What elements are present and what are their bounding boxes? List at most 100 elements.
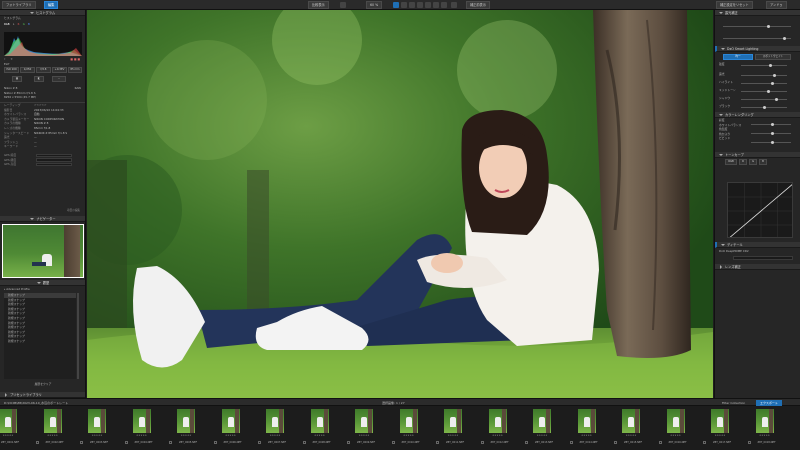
before-after-button[interactable]: 補正前表示	[466, 1, 490, 9]
thumbnail-rating[interactable]: ★★★★★	[667, 434, 685, 437]
grid-view-icon[interactable]: ▦	[12, 76, 22, 82]
slider-knob[interactable]	[771, 132, 774, 135]
fullscreen-icon[interactable]	[451, 2, 457, 8]
filmstrip-thumbnail[interactable]: ★★★★★ Z8T_0007.NEF	[257, 409, 297, 447]
filmstrip-thumbnail[interactable]: ★★★★★ Z8T_0013.NEF	[524, 409, 564, 447]
denoise-select[interactable]	[733, 256, 793, 260]
filter-collection-button[interactable]: Filter Collection	[722, 401, 745, 405]
slider-knob[interactable]	[783, 37, 786, 40]
lens-correction-header[interactable]: レンズ補正	[715, 264, 800, 270]
thumbnail-rating[interactable]: ★★★★★	[578, 434, 596, 437]
navigator-frame[interactable]	[2, 224, 84, 278]
perspective-icon[interactable]	[409, 2, 415, 8]
filmstrip-thumbnail[interactable]: ★★★★★ Z8T_0012.NEF	[480, 409, 520, 447]
detail-button[interactable]: ⋯	[52, 76, 66, 82]
history-header[interactable]: 履歴	[0, 280, 85, 286]
crop-icon[interactable]	[393, 2, 399, 8]
mode-b[interactable]: B	[28, 23, 30, 26]
mode-l[interactable]: L	[13, 23, 14, 26]
filmstrip-thumbnail[interactable]: ★★★★★ Z8T_0008.NEF	[302, 409, 342, 447]
export-button[interactable]: エクスポート	[756, 399, 782, 406]
slider-knob[interactable]	[769, 64, 772, 67]
rating-stars[interactable]: ☆☆☆☆☆	[34, 103, 47, 107]
filmstrip-thumbnail[interactable]: ★★★★★ Z8T_0018.NEF	[747, 409, 787, 447]
slider-knob[interactable]	[767, 90, 770, 93]
exposure-slider-2[interactable]	[723, 37, 791, 40]
thumbnail-rating[interactable]: ★★★★★	[266, 434, 284, 437]
thumbnail-rating[interactable]: ★★★★★	[88, 434, 106, 437]
thumbnail-rating[interactable]: ★★★★★	[222, 434, 240, 437]
straighten-icon[interactable]	[401, 2, 407, 8]
thumbnail-rating[interactable]: ★★★★★	[533, 434, 551, 437]
detail-header[interactable]: ディテール	[715, 242, 800, 248]
filmstrip-thumbnail[interactable]: ★★★★★ Z8T_0009.NEF	[346, 409, 386, 447]
slider-knob[interactable]	[771, 123, 774, 126]
mode-uniform-button[interactable]: 均一	[723, 54, 753, 60]
tint-slider[interactable]	[751, 141, 791, 144]
watermark-icon[interactable]	[441, 2, 447, 8]
history-scrollbar[interactable]	[77, 293, 79, 379]
mode-rgb[interactable]: RGB	[4, 23, 10, 26]
slider-knob[interactable]	[773, 74, 776, 77]
thumbnail-rating[interactable]: ★★★★★	[311, 434, 329, 437]
grid-icon[interactable]	[340, 2, 346, 8]
filmstrip-thumbnail[interactable]: ★★★★★ Z8T_0010.NEF	[391, 409, 431, 447]
mode-g[interactable]: G	[23, 23, 25, 26]
saturation-slider[interactable]	[751, 123, 791, 126]
filmstrip-thumbnail[interactable]: ★★★★★ Z8T_0015.NEF	[613, 409, 653, 447]
thumbnail-rating[interactable]: ★★★★★	[355, 434, 373, 437]
gps-lat-field[interactable]	[36, 153, 72, 158]
tab-photo-library[interactable]: フォトライブラリ	[2, 1, 36, 9]
shadow-slider[interactable]	[741, 98, 787, 101]
warning-icon[interactable]: ☀	[10, 57, 13, 61]
redeye-icon[interactable]	[433, 2, 439, 8]
gps-lon-field[interactable]	[36, 158, 72, 162]
local-adjust-icon[interactable]	[425, 2, 431, 8]
thumbnail-rating[interactable]: ★★★★★	[444, 434, 462, 437]
filmstrip-thumbnail[interactable]: ★★★★★ Z8T_0016.NEF	[658, 409, 698, 447]
slider-knob[interactable]	[775, 98, 778, 101]
compare-button[interactable]: 比較表示	[308, 1, 329, 9]
slider-knob[interactable]	[763, 106, 766, 109]
filmstrip-thumbnail[interactable]: ★★★★★ Z8T_0002.NEF	[35, 409, 75, 447]
thumbnail-rating[interactable]: ★★★★★	[177, 434, 195, 437]
strength-slider[interactable]	[741, 64, 787, 67]
repair-icon[interactable]	[417, 2, 423, 8]
undo-button[interactable]: アンドゥ	[766, 1, 787, 9]
slider-knob[interactable]	[767, 25, 770, 28]
navigator-preview[interactable]	[2, 224, 84, 278]
history-item[interactable]: 新規スナップ	[4, 339, 76, 344]
curve-tab-g[interactable]: G	[749, 159, 757, 165]
navigator-header[interactable]: ナビゲーター	[0, 216, 85, 222]
exposure-slider[interactable]	[723, 25, 791, 28]
curve-tab-r[interactable]: R	[739, 159, 747, 165]
mode-r[interactable]: R	[18, 23, 20, 26]
history-root[interactable]: ▸ Advanced Profile	[0, 287, 85, 292]
thumbnail-rating[interactable]: ★★★★★	[133, 434, 151, 437]
filmstrip-thumbnail[interactable]: ★★★★★ Z8T_0004.NEF	[124, 409, 164, 447]
reset-button[interactable]: 補正設定をリセット	[716, 1, 753, 9]
thumbnail-rating[interactable]: ★★★★★	[0, 434, 17, 437]
black-slider[interactable]	[741, 106, 787, 109]
edit-items-link[interactable]: 項目の編集	[67, 208, 80, 212]
temperature-slider[interactable]	[751, 132, 791, 135]
curve-tab-b[interactable]: B	[759, 159, 767, 165]
thumbnail-rating[interactable]: ★★★★★	[44, 434, 62, 437]
thumbnail-rating[interactable]: ★★★★★	[756, 434, 774, 437]
highlight-slider[interactable]	[741, 82, 787, 85]
slider-knob[interactable]	[771, 141, 774, 144]
tone-curve-graph[interactable]	[727, 182, 793, 238]
midtone-slider[interactable]	[741, 90, 787, 93]
filmstrip-thumbnail[interactable]: ★★★★★ Z8T_0014.NEF	[569, 409, 609, 447]
filmstrip-thumbnail[interactable]: ★★★★★ Z8T_0005.NEF	[168, 409, 208, 447]
thumbnail-rating[interactable]: ★★★★★	[711, 434, 729, 437]
main-photo-viewer[interactable]	[87, 10, 713, 398]
gps-alt-field[interactable]	[36, 162, 72, 167]
curve-tab-rgb[interactable]: RGB	[725, 159, 737, 165]
slider-knob[interactable]	[771, 82, 774, 85]
thumbnail-rating[interactable]: ★★★★★	[622, 434, 640, 437]
mode-spot-button[interactable]: スポットウェイト	[755, 54, 791, 60]
thumbnail-rating[interactable]: ★★★★★	[400, 434, 418, 437]
moon-icon[interactable]: ☾	[4, 57, 7, 61]
exposure-level-slider[interactable]	[741, 74, 787, 77]
